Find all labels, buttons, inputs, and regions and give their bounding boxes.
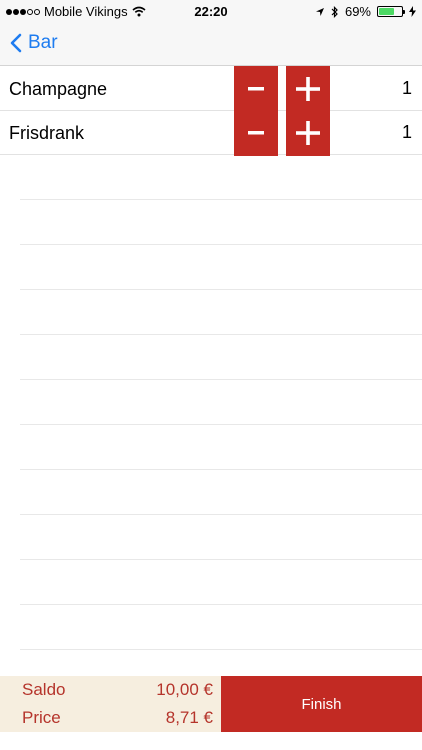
battery-percent: 69% [344,4,371,19]
empty-row [20,470,422,515]
minus-icon [248,131,264,135]
status-bar: Mobile Vikings 22:20 69% [0,0,422,22]
location-arrow-icon [315,7,324,16]
saldo-value: 10,00 € [156,680,213,699]
list-item-champagne: Champagne 1 [0,66,422,112]
finish-button-label: Finish [301,695,342,713]
chevron-left-icon [10,33,22,53]
charging-bolt-icon [409,6,416,17]
item-name: Frisdrank [9,123,85,143]
battery-icon [377,6,405,17]
minus-icon [248,87,264,91]
empty-row [20,560,422,605]
item-quantity: 1 [401,122,412,142]
increase-frisdrank-button[interactable] [286,110,330,156]
order-list: Champagne 1 Frisdrank 1 [0,66,422,156]
status-right: 69% [315,4,416,19]
order-summary: Saldo 10,00 € Price 8,71 € [0,676,221,732]
decrease-champagne-button[interactable] [234,66,278,112]
saldo-label: Saldo [22,680,66,699]
empty-row [20,335,422,380]
price-label: Price [22,708,61,727]
empty-row [20,245,422,290]
back-button-label: Bar [28,32,58,53]
item-quantity: 1 [401,78,412,98]
plus-icon [296,77,320,101]
order-footer: Saldo 10,00 € Price 8,71 € Finish [0,676,422,732]
back-button[interactable]: Bar [10,32,58,54]
price-value: 8,71 € [165,708,213,727]
empty-row [20,425,422,470]
list-item-frisdrank: Frisdrank 1 [0,110,422,156]
empty-row [20,155,422,200]
empty-row [20,200,422,245]
plus-icon [296,121,320,145]
item-name: Champagne [9,79,108,99]
empty-row [20,605,422,650]
decrease-frisdrank-button[interactable] [234,110,278,156]
navigation-bar: Bar [0,22,422,66]
finish-button[interactable]: Finish [221,676,422,732]
bluetooth-icon [331,5,338,18]
empty-row [20,380,422,425]
empty-table-area [0,155,422,650]
empty-row [20,515,422,560]
increase-champagne-button[interactable] [286,66,330,112]
empty-row [20,290,422,335]
